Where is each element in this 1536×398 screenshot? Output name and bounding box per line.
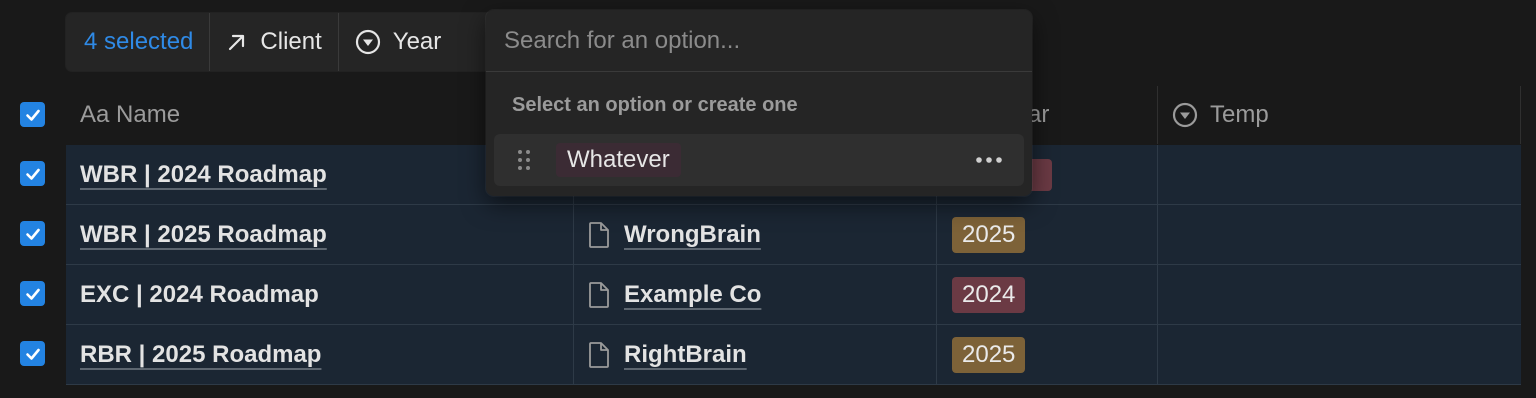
row-checkbox[interactable]: [20, 341, 45, 366]
table-row[interactable]: EXC | 2024 Roadmap Example Co 2024: [66, 265, 1521, 325]
option-item[interactable]: Whatever: [494, 134, 1024, 186]
row-checkbox[interactable]: [20, 161, 45, 186]
client-link[interactable]: Example Co: [624, 281, 761, 309]
year-tag: 2024: [952, 276, 1026, 313]
name-column-header[interactable]: Aa Name: [80, 86, 180, 144]
column-divider: [573, 205, 574, 265]
option-search-box[interactable]: [486, 10, 1032, 72]
dropdown-hint: Select an option or create one: [512, 94, 798, 116]
check-icon: [25, 109, 40, 121]
client-property-button[interactable]: Client: [210, 13, 339, 71]
row-client[interactable]: WrongBrain: [588, 205, 761, 264]
year-tag: 2025: [952, 336, 1026, 373]
row-name[interactable]: EXC | 2024 Roadmap: [80, 265, 319, 324]
client-link[interactable]: RightBrain: [624, 341, 747, 369]
page-icon: [589, 341, 609, 368]
check-icon: [25, 168, 40, 180]
drag-handle-icon[interactable]: [516, 148, 532, 172]
row-year-cell[interactable]: 2025: [952, 205, 1026, 264]
row-client[interactable]: Example Co: [588, 265, 761, 324]
select-circle-icon: [355, 29, 380, 55]
temp-column-header[interactable]: Temp: [1172, 86, 1269, 144]
column-divider: [1157, 205, 1158, 265]
more-options-icon[interactable]: [974, 147, 1004, 173]
row-name[interactable]: WBR | 2024 Roadmap: [80, 145, 327, 204]
row-client[interactable]: RightBrain: [588, 325, 747, 384]
check-icon: [25, 348, 40, 360]
select-circle-icon: [1172, 102, 1198, 128]
year-property-button[interactable]: Year: [339, 13, 458, 71]
column-divider: [1520, 86, 1521, 144]
check-icon: [25, 228, 40, 240]
row-checkbox[interactable]: [20, 281, 45, 306]
option-tag: Whatever: [556, 143, 681, 177]
column-divider: [936, 205, 937, 265]
column-divider: [936, 265, 937, 325]
temp-column-label: Temp: [1210, 101, 1269, 128]
column-divider: [573, 325, 574, 385]
column-divider: [1157, 325, 1158, 385]
row-checkbox[interactable]: [20, 221, 45, 246]
select-all-checkbox[interactable]: [20, 102, 45, 127]
column-divider: [1157, 145, 1158, 205]
column-divider: [1157, 265, 1158, 325]
row-year-cell[interactable]: 2024: [952, 265, 1026, 324]
client-property-label: Client: [260, 28, 322, 55]
option-search-input[interactable]: [502, 25, 1002, 56]
row-name[interactable]: RBR | 2025 Roadmap: [80, 325, 321, 384]
page-icon: [589, 221, 609, 248]
row-year-cell[interactable]: 2025: [952, 325, 1026, 384]
year-property-label: Year: [392, 28, 442, 55]
column-divider: [1157, 86, 1158, 144]
selected-count[interactable]: 4 selected: [66, 13, 211, 71]
year-tag: 2025: [952, 216, 1026, 253]
row-name[interactable]: WBR | 2025 Roadmap: [80, 205, 327, 264]
table-row[interactable]: WBR | 2025 Roadmap WrongBrain 2025: [66, 205, 1521, 265]
page-icon: [589, 281, 609, 308]
column-divider: [573, 265, 574, 325]
option-select-dropdown: Select an option or create one Whatever: [486, 10, 1032, 196]
column-divider: [936, 325, 937, 385]
arrow-up-right-icon: [229, 34, 245, 51]
check-icon: [25, 288, 40, 300]
table-row[interactable]: RBR | 2025 Roadmap RightBrain 2025: [66, 325, 1521, 385]
client-link[interactable]: WrongBrain: [624, 221, 761, 249]
